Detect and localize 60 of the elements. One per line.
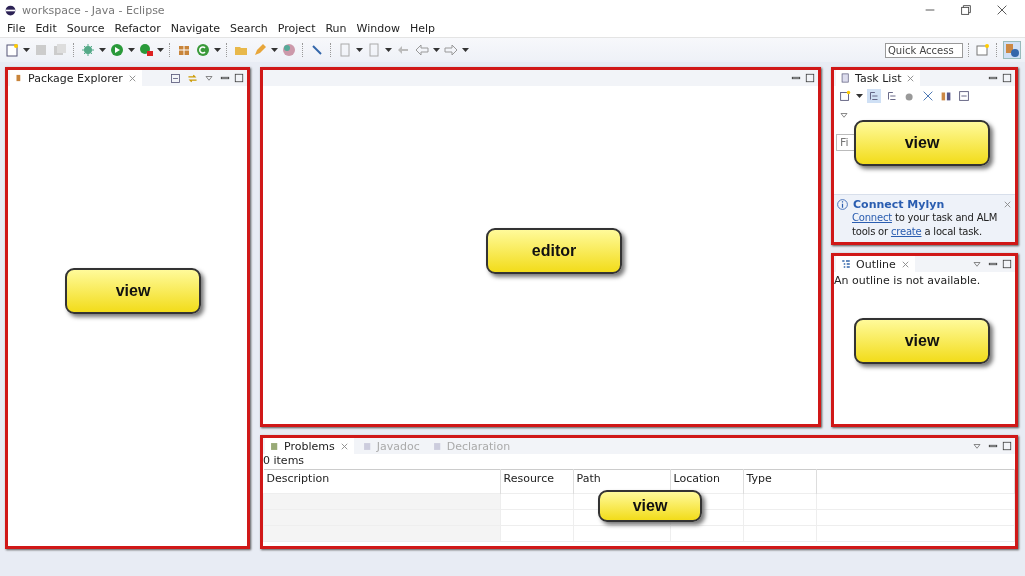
restore-icon[interactable] [959,3,973,17]
collapse-all-icon[interactable] [957,89,971,103]
window-title: workspace - Java - Eclipse [22,3,166,17]
run-icon[interactable] [109,42,125,58]
maximize-icon[interactable] [804,72,816,84]
maximize-icon[interactable] [1001,258,1013,270]
menu-item[interactable]: Project [272,22,321,35]
outline-message: An outline is not available. [834,273,982,289]
view-tab[interactable]: Task List [836,70,921,86]
info-icon [836,198,849,211]
eclipse-logo-icon [4,3,17,17]
item-count: 0 items [263,454,306,469]
view-tab[interactable]: Package Explorer [10,70,142,86]
caret-icon[interactable] [99,47,106,53]
caret-icon[interactable] [157,47,164,53]
link[interactable]: create [890,226,922,237]
caret-icon[interactable] [385,47,392,53]
maximize-icon[interactable] [1001,440,1013,452]
maximize-icon[interactable] [233,72,245,84]
caret-icon[interactable] [462,47,469,53]
quick-access-field[interactable]: Quick Access [885,42,963,58]
callout-label: view [598,490,702,522]
collapse-all-icon[interactable] [169,71,182,85]
menu-item[interactable]: File [2,22,31,35]
menu-item[interactable]: Source [61,22,110,35]
banner-title: Connect Mylyn [853,198,946,211]
caret-icon[interactable] [271,47,278,53]
scheduled-icon[interactable] [885,89,899,103]
banner-message: Connect to your task and ALM tools or create a local task. [851,211,999,239]
menu-item[interactable]: Edit [30,22,62,35]
callout-label: view [854,120,990,166]
callout-label: editor [486,228,622,274]
caret-icon[interactable] [214,47,221,53]
run-tool-icon[interactable] [138,42,154,58]
callout-label: view [65,268,201,314]
menu-item[interactable]: Navigate [165,22,225,35]
menu-item[interactable]: Search [225,22,273,35]
callout-label: view [854,318,990,364]
close-icon[interactable] [995,3,1009,17]
menu-item[interactable]: Help [404,22,440,35]
menu-item[interactable]: Window [351,22,405,35]
task-list-icon [840,72,851,84]
caret-icon[interactable] [433,47,440,53]
column-header[interactable]: Resource [500,469,573,494]
caret-icon[interactable] [356,47,363,53]
hide-icon[interactable] [921,89,935,103]
categorized-icon[interactable] [867,89,881,103]
caret-icon[interactable] [128,47,135,53]
column-header[interactable]: Type [743,469,816,494]
menu-item[interactable]: Refactor [109,22,166,35]
outline-icon [840,258,852,270]
caret-icon[interactable] [23,47,30,53]
link[interactable]: Connect [852,212,892,223]
view-tab[interactable]: Problems [265,438,354,454]
maximize-icon[interactable] [1001,72,1013,84]
new-task-icon[interactable] [838,89,852,103]
menu-item[interactable]: Run [320,22,352,35]
java-perspective-icon[interactable] [1004,42,1020,58]
caret-icon[interactable] [856,93,863,99]
view-tab[interactable]: Outline [836,256,915,272]
